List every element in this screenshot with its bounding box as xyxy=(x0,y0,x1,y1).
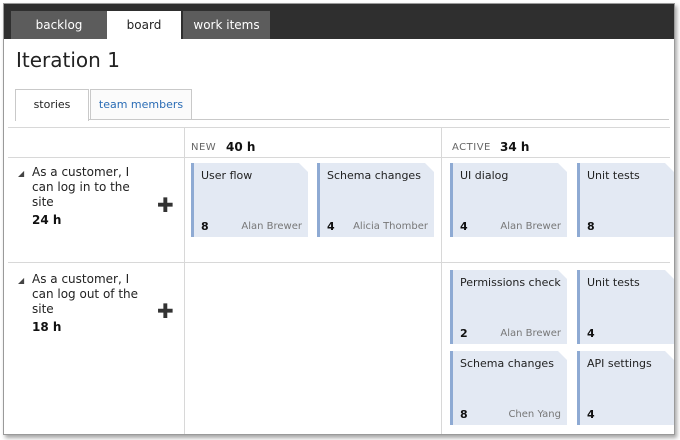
card-title: UI dialog xyxy=(460,169,509,182)
card-remaining-work: 2 xyxy=(460,327,468,340)
card-title: Permissions check xyxy=(460,276,561,289)
card-remaining-work: 4 xyxy=(327,220,335,233)
tab-stories[interactable]: stories xyxy=(15,89,89,121)
card-owner: Alicia Thomber xyxy=(353,221,428,232)
tab-board[interactable]: board xyxy=(107,11,181,39)
add-plus-icon[interactable]: ✚ xyxy=(157,301,174,321)
swimlane-divider xyxy=(8,262,670,263)
expanded-triangle-icon[interactable]: ◢ xyxy=(18,276,24,285)
task-card[interactable]: Unit tests 8 xyxy=(577,163,674,237)
column-header-new: NEW xyxy=(191,142,217,153)
column-divider-new xyxy=(184,128,185,434)
card-remaining-work: 8 xyxy=(587,220,595,233)
story-title: As a customer, I can log in to the site xyxy=(32,165,130,209)
task-card[interactable]: Unit tests 4 xyxy=(577,270,674,344)
column-hours-new: 40 h xyxy=(226,140,256,154)
card-remaining-work: 4 xyxy=(587,408,595,421)
tab-work-items[interactable]: work items xyxy=(183,11,270,39)
task-card[interactable]: Schema changes 4 Alicia Thomber xyxy=(317,163,434,237)
header-row-divider xyxy=(8,157,670,158)
task-card[interactable]: Schema changes 8 Chen Yang xyxy=(450,351,567,425)
expanded-triangle-icon[interactable]: ◢ xyxy=(18,169,24,178)
task-card[interactable]: Permissions check 2 Alan Brewer xyxy=(450,270,567,344)
task-card[interactable]: API settings 4 xyxy=(577,351,674,425)
card-title: Schema changes xyxy=(460,357,554,370)
tab-team-members[interactable]: team members xyxy=(90,89,192,119)
top-nav-bar: backlog board work items xyxy=(4,4,674,39)
page-title: Iteration 1 xyxy=(16,48,120,72)
add-plus-icon[interactable]: ✚ xyxy=(157,195,174,215)
story-row-header: ◢ As a customer, I can log in to the sit… xyxy=(16,165,156,235)
story-hours: 18 h xyxy=(32,320,62,334)
app-window: backlog board work items Iteration 1 sto… xyxy=(3,3,675,435)
subtab-bar: stories team members xyxy=(15,89,669,121)
card-owner: Alan Brewer xyxy=(500,328,561,339)
task-card[interactable]: User flow 8 Alan Brewer xyxy=(191,163,308,237)
card-owner: Alan Brewer xyxy=(241,221,302,232)
card-owner: Chen Yang xyxy=(508,409,561,420)
story-row-header: ◢ As a customer, I can log out of the si… xyxy=(16,272,156,342)
task-card[interactable]: UI dialog 4 Alan Brewer xyxy=(450,163,567,237)
card-title: API settings xyxy=(587,357,652,370)
tab-backlog[interactable]: backlog xyxy=(11,11,107,39)
card-title: Unit tests xyxy=(587,276,640,289)
story-hours: 24 h xyxy=(32,213,62,227)
column-hours-active: 34 h xyxy=(500,140,530,154)
card-title: User flow xyxy=(201,169,253,182)
card-title: Unit tests xyxy=(587,169,640,182)
card-remaining-work: 8 xyxy=(201,220,209,233)
card-owner: Alan Brewer xyxy=(500,221,561,232)
card-remaining-work: 4 xyxy=(460,220,468,233)
card-title: Schema changes xyxy=(327,169,421,182)
card-remaining-work: 4 xyxy=(587,327,595,340)
story-title: As a customer, I can log out of the site xyxy=(32,272,139,316)
card-remaining-work: 8 xyxy=(460,408,468,421)
column-header-active: ACTIVE xyxy=(452,142,491,153)
board-top-divider xyxy=(8,127,670,128)
column-divider-active xyxy=(441,128,442,434)
